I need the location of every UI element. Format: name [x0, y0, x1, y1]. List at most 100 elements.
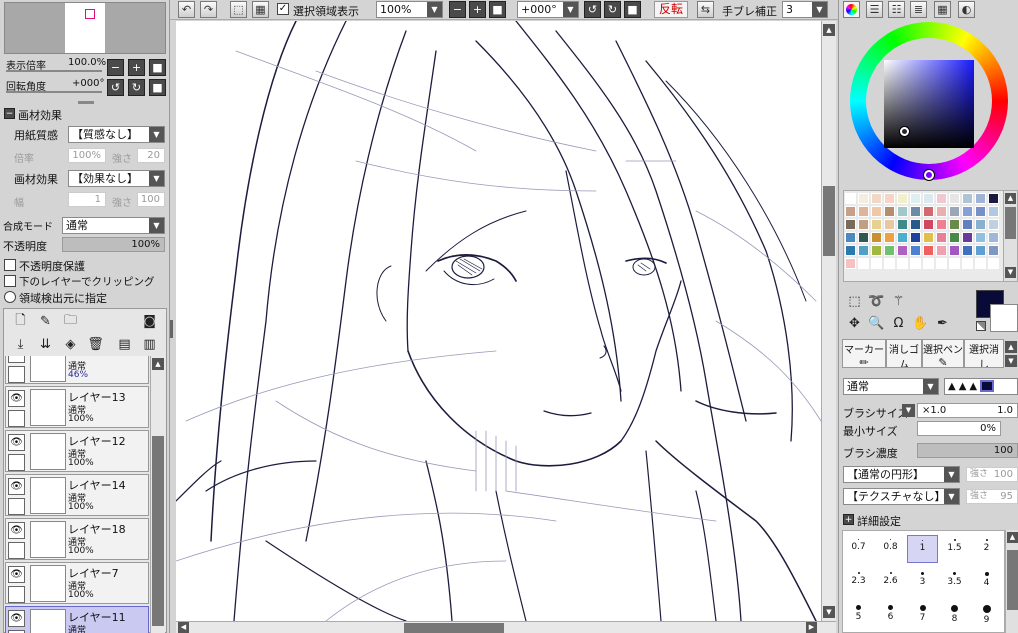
- rotate-reset-button[interactable]: ■: [624, 1, 641, 18]
- new-layer-icon[interactable]: 🗋: [11, 312, 30, 331]
- color-swatch[interactable]: [871, 245, 882, 256]
- undo-button[interactable]: ↶: [178, 1, 195, 18]
- color-swatch[interactable]: [858, 206, 869, 217]
- color-swatch[interactable]: [936, 232, 947, 243]
- color-swatch[interactable]: [988, 193, 999, 204]
- canvas-hscroll-thumb[interactable]: [404, 623, 504, 633]
- color-swatch[interactable]: [923, 206, 934, 217]
- layer-scroll-up[interactable]: ▲: [152, 358, 164, 370]
- swatch-scroll-down[interactable]: ▼: [1005, 267, 1016, 278]
- move-icon[interactable]: ✥: [845, 314, 864, 333]
- lasso-icon[interactable]: ➰: [867, 292, 886, 311]
- color-swatch[interactable]: [962, 206, 973, 217]
- zoom-reset-button[interactable]: ■: [489, 1, 506, 18]
- paper-strength-slider[interactable]: 20: [137, 148, 165, 163]
- left-resize-grip[interactable]: [170, 320, 173, 338]
- brush-density-slider[interactable]: 100: [917, 443, 1018, 458]
- color-swatch[interactable]: [923, 232, 934, 243]
- color-swatch[interactable]: [936, 206, 947, 217]
- swatch-scroll-thumb[interactable]: [1005, 207, 1016, 239]
- color-swatch[interactable]: [975, 193, 986, 204]
- secondary-color-swatch[interactable]: [990, 304, 1018, 332]
- color-swatch[interactable]: [988, 232, 999, 243]
- color-swatch[interactable]: [923, 258, 934, 269]
- color-swatch[interactable]: [910, 219, 921, 230]
- color-swatch[interactable]: [858, 245, 869, 256]
- eyedropper-icon[interactable]: ✒: [933, 314, 952, 333]
- transfer-down-icon[interactable]: ⤓: [11, 335, 30, 354]
- color-swatch[interactable]: [871, 206, 882, 217]
- color-swatch[interactable]: [884, 206, 895, 217]
- invert-selection-button[interactable]: ▦: [252, 1, 269, 18]
- color-swatch[interactable]: [858, 219, 869, 230]
- layer-row[interactable]: 👁 レイヤー7 通常 100%: [5, 562, 149, 604]
- color-swatch[interactable]: [897, 219, 908, 230]
- color-swatch[interactable]: [884, 219, 895, 230]
- eye-icon[interactable]: 👁: [8, 434, 25, 451]
- brush-size-preset[interactable]: 7: [907, 601, 938, 629]
- brush-size-slider[interactable]: ×1.0 1.0: [917, 403, 1018, 418]
- brush-size-preset[interactable]: 3: [907, 568, 938, 596]
- color-swatch[interactable]: [975, 219, 986, 230]
- eye-icon[interactable]: 👁: [8, 522, 25, 539]
- zoom-in-button[interactable]: +: [469, 1, 486, 18]
- tool-tab-select-pen[interactable]: 選択ペン ✎: [922, 339, 964, 368]
- brush-shape-select[interactable]: 【通常の円形】 ▼: [843, 466, 960, 483]
- lock-toggle[interactable]: [8, 542, 25, 559]
- eye-icon[interactable]: 👁: [8, 390, 25, 407]
- color-swatch[interactable]: [910, 258, 921, 269]
- color-swatch[interactable]: [897, 193, 908, 204]
- color-swatch[interactable]: [845, 206, 856, 217]
- color-swatch[interactable]: [910, 206, 921, 217]
- brush-size-dropdown[interactable]: ▼: [902, 404, 915, 417]
- canvas-vscrollbar[interactable]: ▲ ▼: [821, 21, 836, 621]
- redo-button[interactable]: ↷: [200, 1, 217, 18]
- swatch-scrollbar[interactable]: ▲ ▼: [1003, 191, 1017, 281]
- eye-icon[interactable]: 👁: [8, 566, 25, 583]
- brush-size-preset[interactable]: 1.5: [939, 535, 970, 563]
- layer-row[interactable]: 👁 レイヤー13 通常 100%: [5, 386, 149, 428]
- delete-layer-icon[interactable]: 🗑: [86, 335, 105, 354]
- brush-texture-select[interactable]: 【テクスチャなし】 ▼: [843, 488, 960, 505]
- nav-rotate-right-button[interactable]: ↻: [128, 79, 145, 96]
- transparent-color-toggle[interactable]: [976, 321, 986, 331]
- hsv-slider-tab[interactable]: ☷: [888, 1, 905, 18]
- panel-divider[interactable]: [78, 101, 94, 104]
- color-swatch[interactable]: [975, 206, 986, 217]
- flip-icon[interactable]: ⇆: [697, 1, 714, 18]
- tool-tab-eraser[interactable]: 消しゴム◆: [886, 339, 922, 368]
- color-swatch[interactable]: [962, 245, 973, 256]
- brush-size-preset[interactable]: 9: [971, 601, 1002, 629]
- brush-tip-square[interactable]: [980, 380, 995, 392]
- color-swatch[interactable]: [936, 193, 947, 204]
- color-swatch[interactable]: [949, 232, 960, 243]
- color-swatch[interactable]: [871, 193, 882, 204]
- color-swatch[interactable]: [910, 232, 921, 243]
- deselect-button[interactable]: ⬚: [230, 1, 247, 18]
- tool-tab-marker[interactable]: マーカー ✏: [842, 339, 886, 369]
- lock-toggle[interactable]: [8, 366, 25, 383]
- color-swatch[interactable]: [897, 245, 908, 256]
- canvas-scroll-down[interactable]: ▼: [823, 606, 835, 618]
- brush-size-preset[interactable]: 8: [939, 601, 970, 629]
- color-swatch[interactable]: [845, 193, 856, 204]
- canvas-scroll-right[interactable]: ▶: [806, 622, 817, 633]
- brush-size-preset[interactable]: 3.5: [939, 568, 970, 596]
- brush-size-preset[interactable]: 1: [907, 535, 938, 563]
- color-swatch[interactable]: [962, 258, 973, 269]
- layer-scroll-thumb[interactable]: [152, 436, 164, 626]
- rect-select-icon[interactable]: ⬚: [845, 292, 864, 311]
- color-swatch[interactable]: [949, 258, 960, 269]
- stabilizer-select[interactable]: 3 ▼: [782, 1, 828, 18]
- toolbar-angle-select[interactable]: +000° ▼: [517, 1, 579, 18]
- nav-zoom-reset-button[interactable]: ■: [149, 59, 166, 76]
- color-wheel-tab[interactable]: [843, 1, 860, 18]
- rgb-slider-tab[interactable]: ☰: [866, 1, 883, 18]
- new-layer-linework-icon[interactable]: ✎: [36, 312, 55, 331]
- color-swatch[interactable]: [923, 245, 934, 256]
- brush-size-preset[interactable]: 2: [971, 535, 1002, 563]
- color-swatch[interactable]: [858, 193, 869, 204]
- color-swatch[interactable]: [897, 258, 908, 269]
- color-swatch[interactable]: [988, 219, 999, 230]
- show-selection-checkbox[interactable]: ✓: [277, 3, 289, 15]
